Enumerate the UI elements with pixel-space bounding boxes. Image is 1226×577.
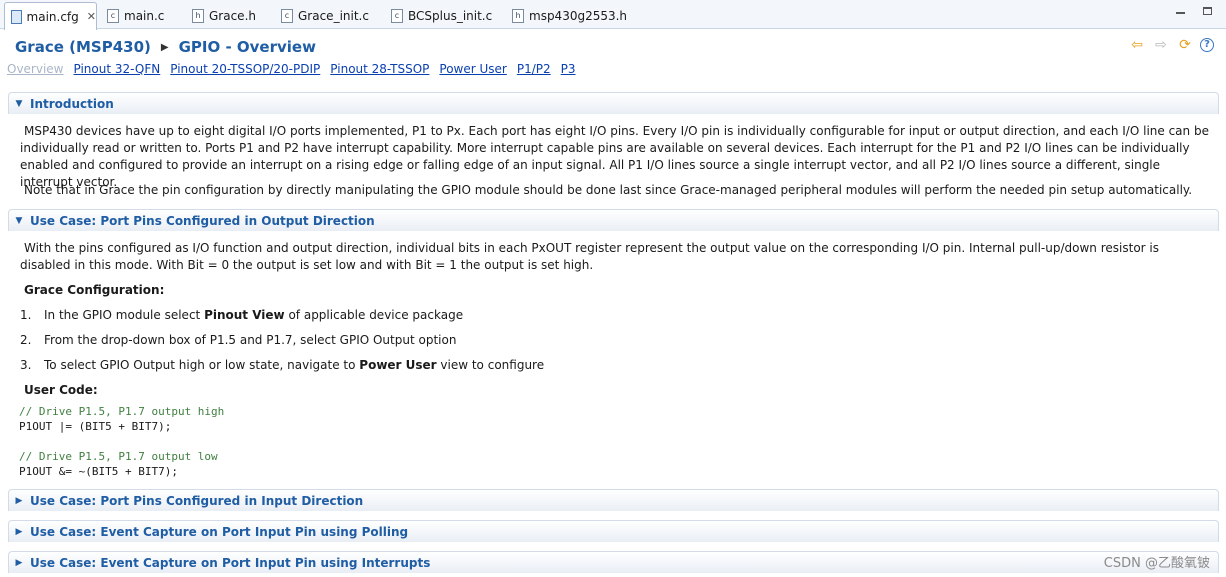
section-title: Use Case: Event Capture on Port Input Pi… xyxy=(30,524,409,539)
close-icon[interactable]: ✕ xyxy=(87,10,96,23)
minimize-icon[interactable] xyxy=(1176,12,1185,14)
link-pinout-32-qfn[interactable]: Pinout 32-QFN xyxy=(74,62,161,78)
tab-grace-init-c[interactable]: c Grace_init.c xyxy=(281,3,369,29)
tab-main-cfg[interactable]: main.cfg ✕ xyxy=(4,2,97,30)
chevron-right-icon: ▶ xyxy=(15,495,23,506)
list-item: 3. To select GPIO Output high or low stat… xyxy=(20,358,545,372)
page-header: Grace (MSP430) ▶ GPIO - Overview xyxy=(15,37,316,57)
window-controls xyxy=(1176,7,1212,15)
link-p1-p2[interactable]: P1/P2 xyxy=(517,62,551,78)
code-line: P1OUT |= (BIT5 + BIT7); xyxy=(19,420,172,433)
refresh-icon[interactable]: ⟳ xyxy=(1176,37,1194,53)
tab-label: msp430g2553.h xyxy=(529,9,628,23)
c-file-icon: c xyxy=(281,9,293,23)
section-title: Use Case: Port Pins Configured in Input … xyxy=(30,493,364,508)
section-title: Introduction xyxy=(30,96,114,111)
tab-main-c[interactable]: c main.c xyxy=(107,3,164,29)
section-polling-header[interactable]: ▶ Use Case: Event Capture on Port Input … xyxy=(8,520,1219,542)
chevron-right-icon: ▶ xyxy=(15,557,23,568)
tab-label: BCSplus_init.c xyxy=(408,9,493,23)
tab-msp430g2553-h[interactable]: h msp430g2553.h xyxy=(512,3,627,29)
link-pinout-28-tssop[interactable]: Pinout 28-TSSOP xyxy=(330,62,429,78)
help-icon[interactable]: ? xyxy=(1200,38,1214,52)
nav-toolbar: ⇦ ⇨ ⟳ ? xyxy=(1128,37,1214,53)
section-introduction-header[interactable]: ▼ Introduction xyxy=(8,92,1219,114)
section-title: Use Case: Port Pins Configured in Output… xyxy=(30,213,375,228)
watermark: CSDN @乙酸氧铍 xyxy=(1103,556,1210,571)
section-output-header[interactable]: ▼ Use Case: Port Pins Configured in Outp… xyxy=(8,209,1219,231)
chevron-down-icon: ▼ xyxy=(15,98,23,109)
intro-note: Note that in Grace the pin configuration… xyxy=(24,183,1193,197)
breadcrumb-root[interactable]: Grace (MSP430) xyxy=(15,38,151,56)
code-comment: // Drive P1.5, P1.7 output low xyxy=(19,450,218,463)
c-file-icon: c xyxy=(391,9,403,23)
chevron-down-icon: ▼ xyxy=(15,215,23,226)
tab-label: Grace_init.c xyxy=(298,9,369,23)
tab-grace-h[interactable]: h Grace.h xyxy=(192,3,256,29)
link-p3[interactable]: P3 xyxy=(561,62,576,78)
intro-paragraph: MSP430 devices have up to eight digital … xyxy=(20,124,1209,189)
editor-tab-bar: main.cfg ✕ c main.c h Grace.h c Grace_in… xyxy=(0,0,1226,30)
code-heading: User Code: xyxy=(24,383,98,397)
maximize-icon[interactable] xyxy=(1203,7,1212,15)
list-item: 1. In the GPIO module select Pinout View … xyxy=(20,308,464,322)
link-power-user[interactable]: Power User xyxy=(439,62,506,78)
section-input-header[interactable]: ▶ Use Case: Port Pins Configured in Inpu… xyxy=(8,489,1219,511)
link-pinout-20-tssop[interactable]: Pinout 20-TSSOP/20-PDIP xyxy=(170,62,320,78)
page-title: GPIO - Overview xyxy=(178,38,316,56)
link-overview[interactable]: Overview xyxy=(7,62,64,78)
list-item: 2. From the drop-down box of P1.5 and P1.… xyxy=(20,333,457,347)
code-comment: // Drive P1.5, P1.7 output high xyxy=(19,405,225,418)
h-file-icon: h xyxy=(192,9,204,23)
output-paragraph: With the pins configured as I/O function… xyxy=(20,241,1159,272)
code-line: P1OUT &= ~(BIT5 + BIT7); xyxy=(19,465,178,478)
forward-arrow-icon[interactable]: ⇨ xyxy=(1152,37,1170,53)
c-file-icon: c xyxy=(107,9,119,23)
chevron-right-icon: ▶ xyxy=(160,41,169,53)
view-links: Overview Pinout 32-QFN Pinout 20-TSSOP/2… xyxy=(7,62,586,78)
cfg-file-icon xyxy=(11,9,22,24)
tab-label: main.cfg xyxy=(26,9,79,24)
tab-bcsplus-init-c[interactable]: c BCSplus_init.c xyxy=(391,3,492,29)
section-title: Use Case: Event Capture on Port Input Pi… xyxy=(30,555,431,570)
section-interrupts-header[interactable]: ▶ Use Case: Event Capture on Port Input … xyxy=(8,551,1219,573)
config-heading: Grace Configuration: xyxy=(24,283,165,297)
chevron-right-icon: ▶ xyxy=(15,526,23,537)
h-file-icon: h xyxy=(512,9,524,23)
tab-label: main.c xyxy=(124,9,165,23)
tab-label: Grace.h xyxy=(209,9,256,23)
back-arrow-icon[interactable]: ⇦ xyxy=(1128,37,1146,53)
